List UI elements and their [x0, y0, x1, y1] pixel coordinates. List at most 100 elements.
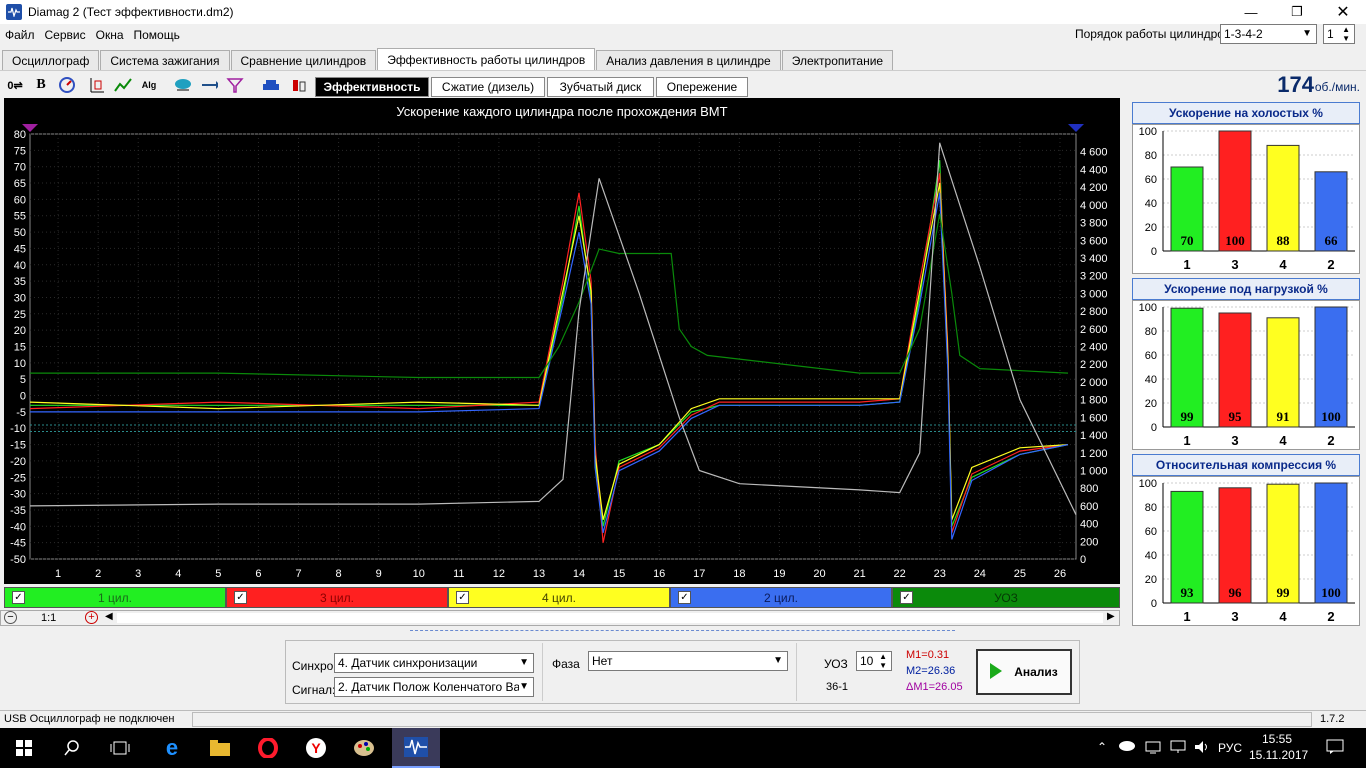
- mini-y-tick-label: 0: [1151, 246, 1157, 258]
- checkbox-icon[interactable]: ✓: [678, 591, 691, 604]
- app-icon: [6, 4, 22, 20]
- car-icon[interactable]: [260, 74, 282, 96]
- sort-icon[interactable]: [198, 74, 220, 96]
- zoom-out-icon[interactable]: −: [4, 611, 17, 624]
- opera-browser-icon[interactable]: [244, 728, 292, 768]
- tab-pressure[interactable]: Анализ давления в цилиндре: [596, 50, 781, 70]
- phase-select[interactable]: Нет ▼: [588, 651, 788, 671]
- edge-browser-icon[interactable]: e: [148, 728, 196, 768]
- y-left-tick-label: 0: [20, 391, 26, 403]
- notifications-icon[interactable]: [1326, 739, 1344, 758]
- x-tick-label: 22: [894, 568, 906, 580]
- zero-icon[interactable]: 0⇌: [4, 74, 26, 96]
- volume-tray-icon[interactable]: [1194, 740, 1210, 757]
- cloud-icon[interactable]: [172, 74, 194, 96]
- paint-icon[interactable]: [340, 728, 388, 768]
- restore-button[interactable]: ❐: [1274, 0, 1320, 24]
- menu-file[interactable]: Файл: [0, 28, 40, 42]
- network-tray-icon[interactable]: [1145, 740, 1161, 757]
- y-right-tick-label: 4 200: [1080, 182, 1108, 194]
- analyze-button[interactable]: Анализ: [976, 649, 1072, 695]
- scale-icon[interactable]: [86, 74, 108, 96]
- subtab-gear-disk[interactable]: Зубчатый диск: [547, 77, 654, 97]
- subtab-compression[interactable]: Сжатие (дизель): [431, 77, 545, 97]
- minimize-button[interactable]: —: [1228, 0, 1274, 24]
- clock-time[interactable]: 15:55: [1262, 732, 1292, 746]
- alg-icon[interactable]: Alg: [138, 74, 160, 96]
- filter-icon[interactable]: [224, 74, 246, 96]
- checkbox-icon[interactable]: ✓: [234, 591, 247, 604]
- y-right-tick-label: 3 800: [1080, 218, 1108, 230]
- x-tick-label: 2: [95, 568, 101, 580]
- task-view-icon[interactable]: [96, 728, 144, 768]
- legend-cyl-4[interactable]: ✓ 4 цил.: [448, 587, 670, 608]
- legend-cyl-3[interactable]: ✓ 3 цил.: [226, 587, 448, 608]
- search-icon[interactable]: [48, 728, 96, 768]
- panel-title-load: Ускорение под нагрузкой %: [1132, 278, 1360, 300]
- tray-chevron-icon[interactable]: ⌃: [1097, 740, 1107, 754]
- divider: [542, 643, 543, 701]
- tab-efficiency[interactable]: Эффективность работы цилиндров: [377, 48, 596, 70]
- mini-y-tick-label: 80: [1145, 326, 1157, 338]
- monitor-tray-icon[interactable]: [1170, 740, 1186, 757]
- y-left-tick-label: -25: [10, 472, 26, 484]
- cloud-tray-icon[interactable]: [1118, 739, 1136, 754]
- signal-select[interactable]: 2. Датчик Полож Коленчатого Вал ▼: [334, 677, 534, 697]
- x-tick-label: 21: [853, 568, 865, 580]
- rpm-icon[interactable]: [56, 74, 78, 96]
- bold-b-icon[interactable]: B: [30, 74, 52, 96]
- checkbox-icon[interactable]: ✓: [456, 591, 469, 604]
- tab-power[interactable]: Электропитание: [781, 50, 894, 70]
- yandex-browser-icon[interactable]: Y: [292, 728, 340, 768]
- bar-value-label: 95: [1229, 409, 1243, 424]
- close-button[interactable]: ✕: [1320, 0, 1366, 24]
- menu-help[interactable]: Помощь: [129, 28, 185, 42]
- menu-windows[interactable]: Окна: [91, 28, 129, 42]
- y-left-tick-label: -45: [10, 538, 26, 550]
- checkbox-icon[interactable]: ✓: [12, 591, 25, 604]
- tab-ignition[interactable]: Система зажигания: [100, 50, 230, 70]
- tab-oscillograph[interactable]: Осциллограф: [2, 50, 100, 70]
- graph-icon[interactable]: [112, 74, 134, 96]
- sync-value: 4. Датчик синхронизации: [338, 656, 478, 670]
- file-explorer-icon[interactable]: [196, 728, 244, 768]
- subtab-advance[interactable]: Опережение: [656, 77, 748, 97]
- report-icon[interactable]: [288, 74, 310, 96]
- sync-select[interactable]: 4. Датчик синхронизации ▼: [334, 653, 534, 673]
- y-left-tick-label: 35: [14, 276, 26, 288]
- cylinder-label: 1: [1183, 609, 1190, 624]
- cylinder-spin[interactable]: 1 ▲ ▼: [1323, 24, 1355, 44]
- title-bar: Diamag 2 (Тест эффективности.dm2) — ❐ ✕: [0, 0, 1366, 24]
- legend-uoz[interactable]: ✓ УОЗ: [892, 587, 1120, 608]
- windows-start-icon[interactable]: [0, 728, 48, 768]
- language-indicator[interactable]: РУС: [1218, 741, 1242, 755]
- uoz-spin[interactable]: 10 ▲ ▼: [856, 651, 892, 671]
- y-left-tick-label: 55: [14, 211, 26, 223]
- signal-value: 2. Датчик Полож Коленчатого Вал: [338, 680, 528, 694]
- analyze-label: Анализ: [1014, 665, 1058, 679]
- scroll-left-icon[interactable]: ◀: [105, 611, 113, 622]
- y-right-tick-label: 4 600: [1080, 147, 1108, 159]
- cylinder-order-select[interactable]: 1-3-4-2 ▼: [1220, 24, 1317, 44]
- cylinder-label: 3: [1231, 257, 1238, 272]
- zoom-in-icon[interactable]: +: [85, 611, 98, 624]
- legend-cyl-2[interactable]: ✓ 2 цил.: [670, 587, 892, 608]
- menu-service[interactable]: Сервис: [40, 28, 91, 42]
- x-tick-label: 5: [215, 568, 221, 580]
- clock-date[interactable]: 15.11.2017: [1249, 748, 1308, 762]
- idle-acceleration-chart: 100 80 60 40 20 0 70 1 100 3 88 4 66 2: [1132, 124, 1360, 274]
- diamag-taskbar-icon[interactable]: [392, 728, 440, 768]
- legend-cyl-1[interactable]: ✓ 1 цил.: [4, 587, 226, 608]
- y-left-tick-label: -30: [10, 489, 26, 501]
- checkbox-icon[interactable]: ✓: [900, 591, 913, 604]
- y-right-tick-label: 2 400: [1080, 342, 1108, 354]
- horizontal-scrollbar[interactable]: [117, 613, 1103, 623]
- tab-cylinder-compare[interactable]: Сравнение цилиндров: [230, 50, 377, 70]
- x-tick-label: 24: [974, 568, 986, 580]
- scroll-right-icon[interactable]: ▶: [1107, 611, 1115, 622]
- splitter[interactable]: [410, 630, 955, 635]
- subtab-efficiency[interactable]: Эффективность: [315, 77, 429, 97]
- mini-y-tick-label: 20: [1145, 574, 1157, 586]
- chevron-down-icon: ▼: [773, 655, 783, 666]
- x-tick-label: 17: [693, 568, 705, 580]
